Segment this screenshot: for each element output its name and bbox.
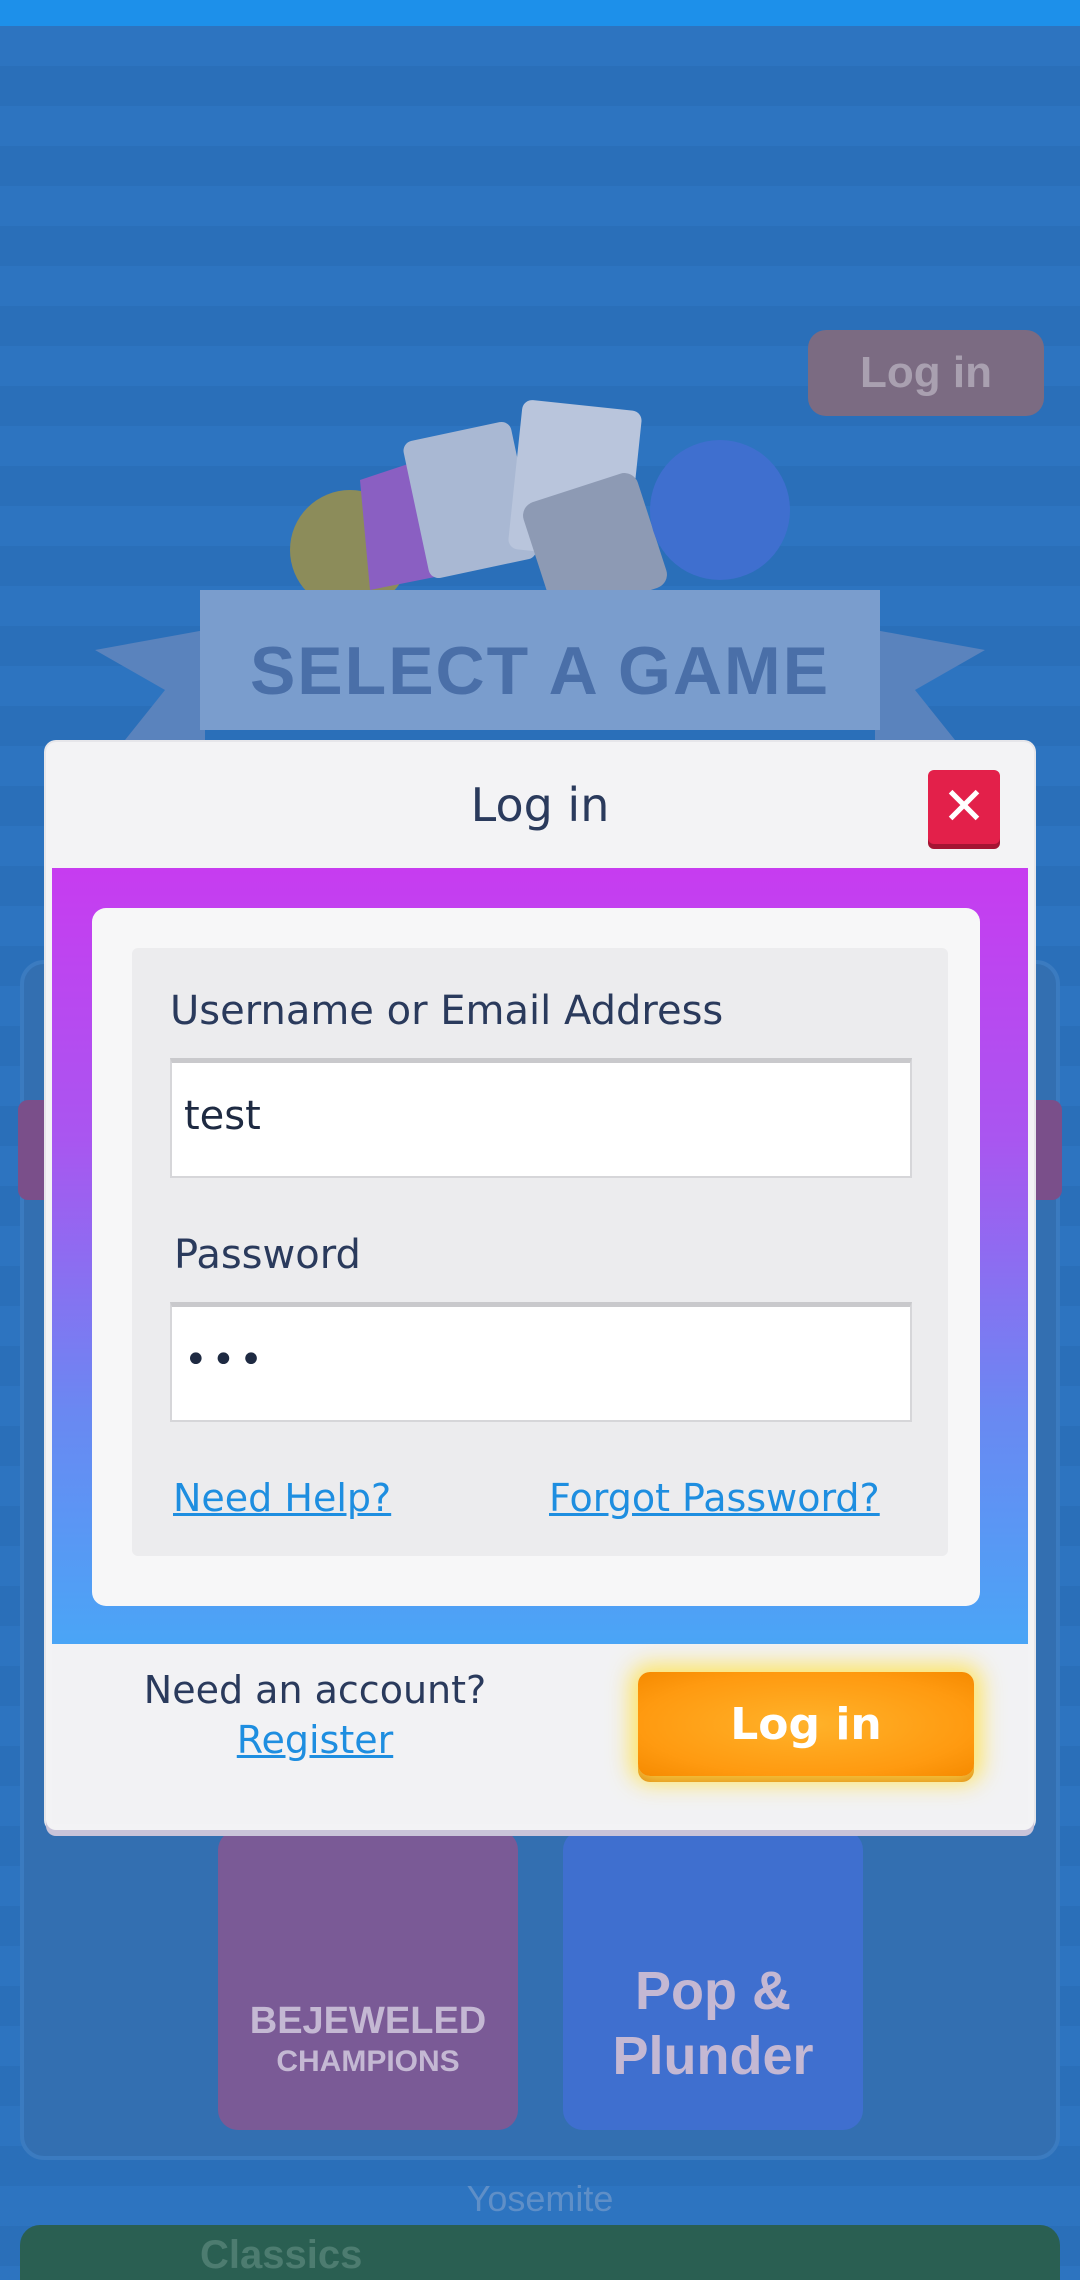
password-input[interactable]: ••• <box>170 1302 912 1422</box>
game-art-illustration <box>290 400 790 617</box>
need-help-link[interactable]: Need Help? <box>173 1476 391 1520</box>
bottom-bar: Classics <box>20 2225 1060 2280</box>
password-label: Password <box>174 1232 361 1278</box>
bottom-bar-label: Classics <box>200 2233 363 2277</box>
forgot-password-link[interactable]: Forgot Password? <box>549 1476 880 1520</box>
dialog-title: Log in <box>470 778 610 832</box>
login-button-label: Log in <box>730 1698 882 1750</box>
location-label: Yosemite <box>466 2178 614 2219</box>
register-link[interactable]: Register <box>120 1718 510 1762</box>
username-input[interactable]: test <box>170 1058 912 1178</box>
username-label: Username or Email Address <box>170 988 724 1034</box>
tile-title-line1: Pop & <box>635 1961 791 2021</box>
login-button[interactable]: Log in <box>638 1672 974 1776</box>
close-icon: ✕ <box>942 777 986 837</box>
tile-title-line2: CHAMPIONS <box>276 2045 460 2078</box>
dialog-header: Log in <box>46 742 1034 868</box>
status-bar <box>0 0 1080 26</box>
game-tile-pop-plunder: Pop & Plunder <box>563 1830 863 2130</box>
close-button[interactable]: ✕ <box>928 770 1000 844</box>
game-tile-bejeweled: BEJEWELED CHAMPIONS <box>218 1830 518 2130</box>
tile-title-line2: Plunder <box>612 2026 814 2086</box>
tile-title-line1: BEJEWELED <box>249 2000 487 2042</box>
select-game-title: SELECT A GAME <box>249 633 831 709</box>
background-login-button: Log in <box>808 330 1044 416</box>
need-account-text: Need an account? <box>143 1668 487 1712</box>
